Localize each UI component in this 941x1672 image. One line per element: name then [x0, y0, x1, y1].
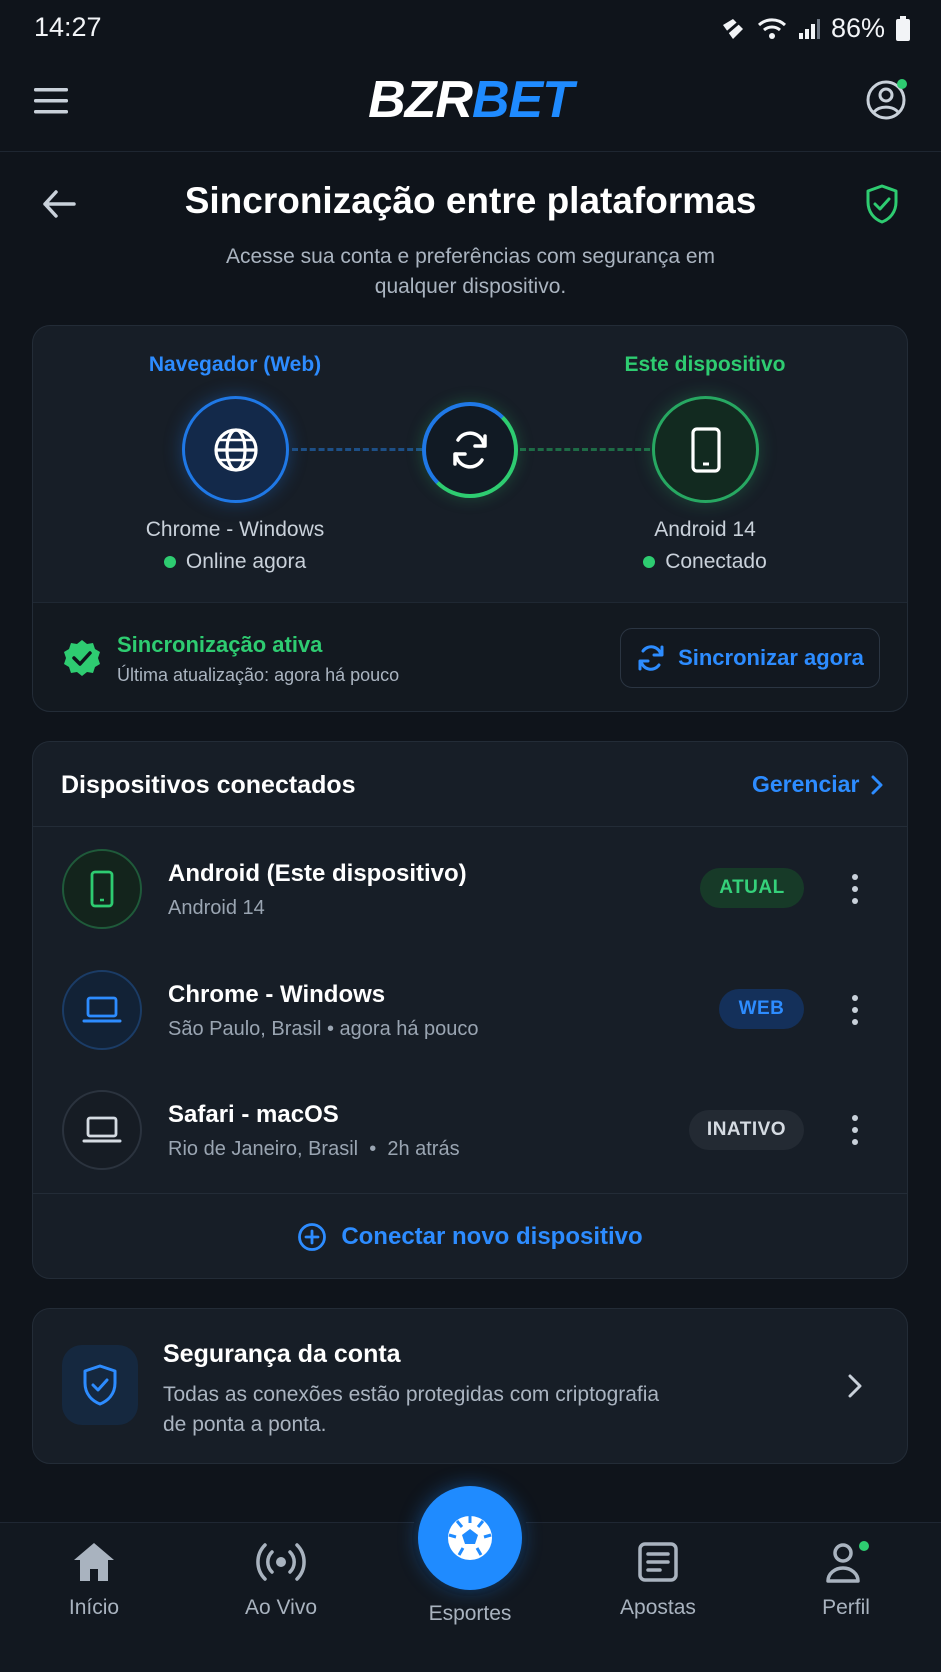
shield-check-icon	[864, 183, 900, 225]
smartphone-icon	[652, 396, 759, 503]
nav-bets[interactable]: Apostas	[583, 1540, 733, 1620]
plus-circle-icon	[298, 1223, 327, 1251]
nav-home[interactable]: Início	[19, 1540, 169, 1620]
device-detail: Android 14	[168, 897, 265, 919]
sync-now-button[interactable]: Sincronizar agora	[620, 628, 880, 688]
nav-sports[interactable]: Esportes	[395, 1602, 545, 1626]
security-text: Todas as conexões estão protegidas com c…	[163, 1383, 660, 1436]
laptop-icon	[62, 1090, 142, 1170]
refresh-icon	[638, 645, 664, 671]
device-name: Android (Este dispositivo)	[168, 860, 467, 887]
more-options-icon[interactable]	[850, 1115, 860, 1145]
online-dot	[163, 556, 176, 568]
device-name: Chrome - Windows	[168, 981, 386, 1008]
battery-icon	[896, 15, 910, 41]
chevron-right-icon[interactable]	[848, 1374, 862, 1398]
status-icons: 86%	[719, 13, 911, 44]
bets-icon	[638, 1542, 678, 1582]
sync-hub-icon	[422, 402, 518, 498]
sync-connector-right	[520, 448, 650, 451]
divider	[33, 826, 907, 827]
wifi-icon	[757, 17, 786, 39]
page-title: Sincronização entre plataformas	[184, 180, 757, 221]
web-device-label: Navegador (Web)	[148, 353, 322, 376]
device-detail: Rio de Janeiro, Brasil • 2h atrás	[168, 1138, 460, 1160]
status-badge: ATUAL	[700, 868, 804, 908]
sync-state-title: Sincronização ativa	[117, 632, 323, 657]
account-icon[interactable]	[864, 78, 908, 122]
connect-device-button[interactable]: Conectar novo dispositivo	[33, 1222, 907, 1252]
nav-profile[interactable]: Perfil	[771, 1540, 921, 1620]
more-options-icon[interactable]	[850, 995, 860, 1025]
status-badge: WEB	[719, 989, 804, 1029]
vibrate-icon	[720, 17, 744, 39]
page-subtitle: Acesse sua conta e preferências com segu…	[225, 245, 716, 298]
this-device-label: Este dispositivo	[624, 353, 786, 376]
nav-live[interactable]: Ao Vivo	[206, 1540, 356, 1620]
security-title: Segurança da conta	[163, 1340, 401, 1368]
divider	[33, 1193, 907, 1194]
sync-connector-left	[292, 448, 422, 451]
devices-title: Dispositivos conectados	[61, 771, 356, 799]
manage-link[interactable]: Gerenciar	[752, 771, 883, 798]
smartphone-icon	[62, 849, 142, 929]
web-device-name: Chrome - Windows	[145, 518, 325, 541]
globe-icon	[182, 396, 289, 503]
chevron-right-icon	[871, 775, 883, 794]
profile-icon	[826, 1541, 869, 1583]
home-icon	[74, 1543, 114, 1581]
status-time: 14:27	[34, 12, 102, 42]
sync-state-subtitle: Última atualização: agora há pouco	[117, 665, 400, 685]
soccer-ball-icon	[448, 1516, 492, 1560]
this-device-name: Android 14	[654, 518, 756, 541]
web-device-status: Online agora	[105, 550, 365, 574]
brand-logo: BZRBET	[368, 71, 574, 129]
status-badge: INATIVO	[689, 1110, 804, 1150]
shield-icon	[62, 1345, 138, 1425]
connected-dot	[643, 556, 656, 568]
device-detail: São Paulo, Brasil • agora há pouco	[168, 1018, 479, 1040]
battery-percent: 86%	[830, 13, 885, 43]
laptop-icon	[62, 970, 142, 1050]
check-badge-icon	[62, 638, 102, 678]
this-device-status: Conectado	[575, 550, 835, 574]
nav-sports-fab[interactable]	[412, 1480, 528, 1596]
more-options-icon[interactable]	[850, 874, 860, 904]
signal-icon	[798, 18, 820, 39]
live-icon	[256, 1543, 306, 1581]
device-name: Safari - macOS	[168, 1101, 339, 1128]
